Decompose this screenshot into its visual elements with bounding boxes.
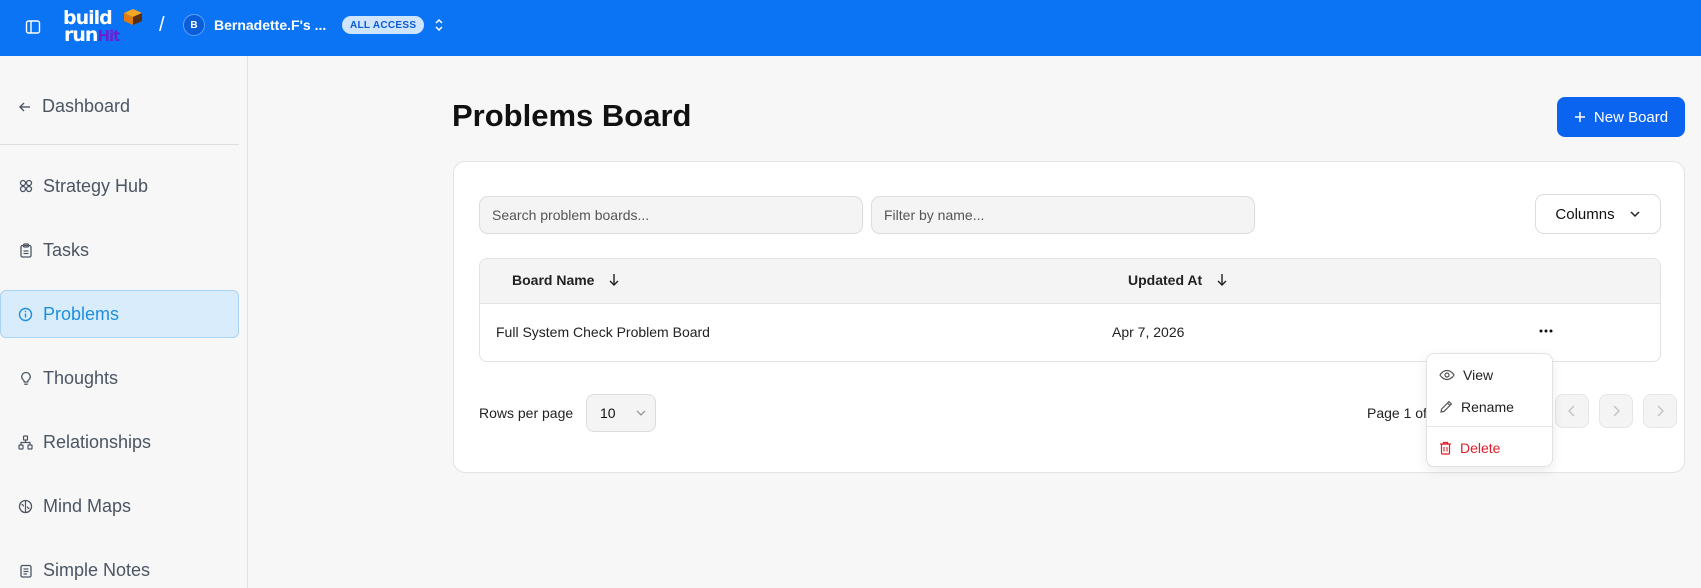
sort-arrow-down-icon <box>1217 274 1227 286</box>
columns-button[interactable]: Columns <box>1535 194 1661 234</box>
sidebar-item-tasks[interactable]: Tasks <box>0 226 239 274</box>
back-label: Dashboard <box>42 96 131 116</box>
page-info: Page 1 of <box>1367 405 1427 421</box>
workspace-avatar[interactable]: B <box>183 14 205 36</box>
sidebar-item-label: Simple Notes <box>43 559 151 580</box>
sidebar-item-label: Problems <box>43 303 120 324</box>
chevron-up-down-icon[interactable] <box>431 16 447 34</box>
menu-item-view[interactable]: View <box>1427 360 1552 390</box>
sidebar-toggle-icon[interactable] <box>22 16 44 38</box>
sidebar-divider <box>0 144 239 145</box>
info-circle-icon <box>18 307 33 322</box>
clipboard-icon <box>18 242 33 258</box>
sidebar-item-relationships[interactable]: Relationships <box>0 418 239 466</box>
chevron-down-icon <box>1630 211 1640 218</box>
notes-icon <box>18 563 33 578</box>
strategy-icon <box>18 179 33 194</box>
sidebar-item-label: Strategy Hub <box>43 175 149 196</box>
page-title: Problems Board <box>452 98 692 133</box>
menu-divider <box>1427 426 1552 427</box>
search-input[interactable] <box>479 196 863 234</box>
column-header-updated-at[interactable]: Updated At <box>1128 272 1228 288</box>
back-to-dashboard[interactable]: Dashboard <box>18 96 130 117</box>
new-board-label: New Board <box>1593 108 1669 126</box>
boards-table: Board Name Updated At Full System Check … <box>479 258 1661 362</box>
pencil-icon <box>1440 400 1453 413</box>
eye-icon <box>1439 369 1455 381</box>
rows-per-page-value: 10 <box>600 405 616 421</box>
workspace-name[interactable]: Bernadette.F's ... <box>214 17 326 33</box>
menu-item-delete[interactable]: Delete <box>1427 433 1552 463</box>
top-bar: build runHit / B Bernadette.F's ... ALL … <box>0 0 1701 56</box>
menu-item-rename[interactable]: Rename <box>1427 392 1552 422</box>
board-name-cell: Full System Check Problem Board <box>496 324 710 340</box>
trash-icon <box>1440 441 1451 455</box>
app-logo[interactable]: build runHit <box>62 8 144 48</box>
filter-input[interactable] <box>871 196 1255 234</box>
chevron-right-icon <box>1657 405 1664 417</box>
row-actions-menu: View Rename Delete <box>1426 353 1553 467</box>
lightbulb-icon <box>18 371 33 386</box>
prev-page-button[interactable] <box>1555 394 1589 428</box>
updated-at-cell: Apr 7, 2026 <box>1112 324 1185 340</box>
chevron-down-icon <box>636 410 646 416</box>
sidebar-item-label: Thoughts <box>43 367 119 388</box>
sidebar-item-label: Mind Maps <box>43 495 132 516</box>
last-page-button[interactable] <box>1643 394 1677 428</box>
logo-cube-icon <box>124 9 142 25</box>
network-icon <box>18 434 33 450</box>
new-board-button[interactable]: New Board <box>1557 97 1685 137</box>
brain-icon <box>18 499 33 514</box>
access-badge: ALL ACCESS <box>342 16 425 34</box>
chevron-right-icon <box>1613 405 1620 417</box>
table-header: Board Name Updated At <box>480 259 1660 304</box>
columns-label: Columns <box>1555 205 1615 223</box>
sidebar-item-label: Tasks <box>43 239 90 260</box>
sidebar-item-strategy-hub[interactable]: Strategy Hub <box>0 162 239 210</box>
row-actions-icon[interactable] <box>1535 322 1557 340</box>
sidebar-item-thoughts[interactable]: Thoughts <box>0 354 239 402</box>
sort-arrow-down-icon <box>609 274 619 286</box>
breadcrumb-separator: / <box>159 14 165 36</box>
sidebar: Dashboard Strategy Hub Tasks Problems Th… <box>0 56 248 588</box>
sidebar-item-label: Relationships <box>43 431 152 452</box>
rows-per-page-select[interactable]: 10 <box>586 394 656 432</box>
plus-icon <box>1574 112 1585 122</box>
arrow-left-icon <box>19 102 30 111</box>
sidebar-item-simple-notes[interactable]: Simple Notes <box>0 546 239 588</box>
rows-per-page-label: Rows per page <box>479 405 574 421</box>
column-header-board-name[interactable]: Board Name <box>512 272 620 288</box>
sidebar-item-problems[interactable]: Problems <box>0 290 239 338</box>
sidebar-item-mind-maps[interactable]: Mind Maps <box>0 482 239 530</box>
chevron-left-icon <box>1568 405 1575 417</box>
next-page-button[interactable] <box>1599 394 1633 428</box>
